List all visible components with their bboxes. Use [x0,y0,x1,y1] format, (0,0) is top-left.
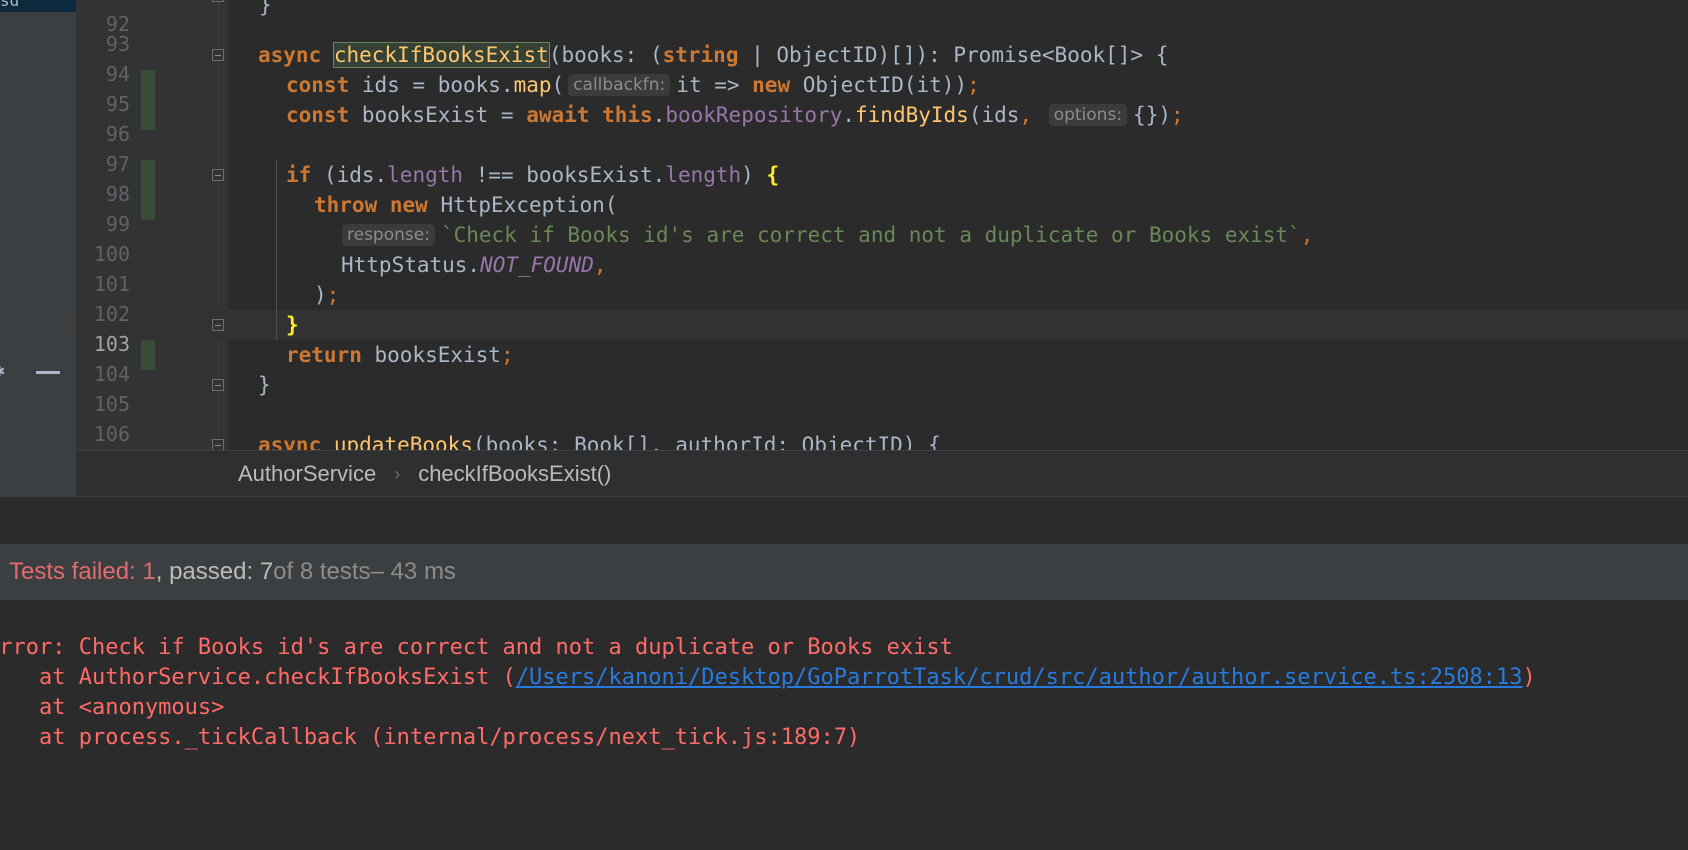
fold-icon[interactable] [212,379,224,391]
test-console-output[interactable]: Error: Check if Books id's are correct a… [0,600,1688,850]
test-status-bar: Tests failed: 1, passed: 7 of 8 tests – … [0,544,1688,600]
change-marker[interactable] [141,340,155,370]
left-tool-strip: sd ✱ [0,0,76,450]
matching-brace: { [766,163,780,187]
selected-item[interactable]: sd [0,0,76,12]
change-marker[interactable] [141,160,155,190]
fold-icon[interactable] [212,439,224,450]
fold-icon[interactable] [212,49,224,61]
run-toolbar [0,496,1688,544]
stack-frame: at <anonymous> [0,695,225,720]
param-hint: options: [1048,104,1128,126]
code-line-99[interactable]: 99 throw new HttpException( [76,190,1688,236]
code-line-101[interactable]: 101 HttpStatus.NOT_FOUND, [76,250,1688,296]
minimize-icon[interactable] [36,371,60,374]
fold-icon[interactable] [212,0,224,2]
code-line-97[interactable]: 97 [76,130,1688,176]
change-marker[interactable] [141,190,155,220]
code-line-98[interactable]: 98 if (ids.length !== booksExist.length)… [76,160,1688,206]
tests-passed-count: , passed: 7 [155,558,274,585]
tests-total: of 8 tests [273,558,371,585]
tests-failed-count: Tests failed: 1 [9,558,156,585]
code-line-94[interactable]: 94 async checkIfBooksExist(books: (strin… [76,40,1688,86]
chevron-right-icon: › [394,463,401,484]
code-line-103[interactable]: 103 } [76,310,1688,356]
breadcrumb: AuthorService › checkIfBooksExist() [0,450,1688,497]
code-line-102[interactable]: 102 ); [76,280,1688,326]
code-line-107[interactable]: 107 async updateBooks(books: Book[], aut… [76,430,1688,450]
panel-tools: ✱ [0,360,76,382]
change-marker[interactable] [141,70,155,100]
breadcrumb-method[interactable]: checkIfBooksExist() [418,461,611,487]
source-file-link[interactable]: /Users/kanoni/Desktop/GoParrotTask/crud/… [516,665,1523,690]
fold-icon[interactable] [212,319,224,331]
code-editor[interactable]: 92 } 93 94 async checkIfBooksExist(books… [76,0,1688,450]
code-line-105[interactable]: 105 } [76,370,1688,416]
breadcrumb-class[interactable]: AuthorService [238,461,376,487]
stack-frame: at process._tickCallback (internal/proce… [0,725,861,750]
matching-brace: } [286,313,299,337]
code-line-106[interactable]: 106 [76,400,1688,446]
change-marker[interactable] [141,100,155,130]
stack-frame: at AuthorService.checkIfBooksExist (/Use… [0,665,1536,690]
selected-item-label: sd [0,0,20,10]
code-line-104[interactable]: 104 return booksExist; [76,340,1688,386]
code-line-95[interactable]: 95 const ids = books.map(callbackfn: it =… [76,70,1688,116]
code-line-96[interactable]: 96 const booksExist = await this.bookRep… [76,100,1688,146]
param-hint: callbackfn: [568,74,671,96]
code-line-100[interactable]: 100 response: `Check if Books id's are co… [76,220,1688,266]
tests-duration: – 43 ms [370,558,456,585]
console-error-line: Error: Check if Books id's are correct a… [0,635,953,660]
gear-icon[interactable]: ✱ [0,360,5,381]
method-name-highlight[interactable]: checkIfBooksExist [332,42,550,68]
code-line-93[interactable]: 93 [76,10,1688,56]
fold-icon[interactable] [212,169,224,181]
param-hint: response: [342,224,435,246]
